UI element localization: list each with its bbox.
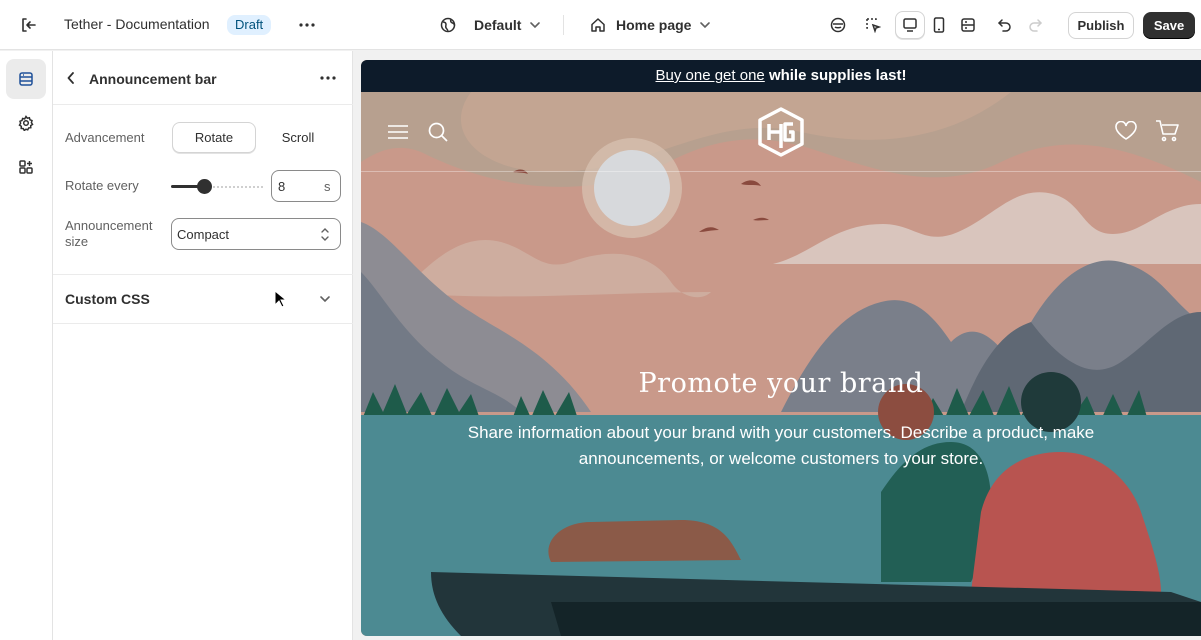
inspector-icon[interactable] — [825, 11, 851, 39]
select-element-icon[interactable] — [860, 11, 886, 39]
sections-icon[interactable] — [6, 59, 46, 99]
heart-icon[interactable] — [1113, 118, 1139, 144]
mobile-view-icon[interactable] — [926, 11, 952, 39]
page-selector-label: Home page — [616, 17, 692, 33]
announcement-link[interactable]: Buy one get one — [656, 67, 765, 84]
divider — [53, 323, 353, 324]
apps-icon[interactable] — [6, 147, 46, 187]
desktop-view-icon[interactable] — [895, 11, 925, 39]
hero-illustration — [361, 92, 1201, 636]
select-arrows-icon — [321, 228, 329, 241]
page-selector[interactable]: Home page — [590, 0, 711, 50]
announcement-bar: Buy one get one while supplies last! — [361, 60, 1201, 92]
rotate-seconds-unit: s — [324, 179, 331, 194]
rotate-every-label: Rotate every — [65, 178, 139, 193]
home-icon — [591, 18, 605, 32]
fullwidth-view-icon[interactable] — [955, 11, 981, 39]
globe-icon — [440, 17, 456, 33]
exit-icon[interactable] — [14, 12, 42, 38]
store-title: Tether - Documentation — [64, 16, 210, 32]
store-preview: Buy one get one while supplies last! Pro… — [361, 60, 1201, 636]
chevron-down-icon — [530, 22, 541, 29]
publish-button[interactable]: Publish — [1068, 12, 1134, 39]
announcement-size-value: Compact — [177, 227, 230, 242]
more-icon[interactable] — [293, 12, 321, 38]
store-logo[interactable] — [755, 106, 807, 158]
slider-track — [205, 186, 263, 188]
rotate-seconds-input[interactable]: 8 s — [271, 170, 341, 202]
back-icon[interactable] — [61, 67, 81, 89]
divider — [53, 274, 353, 275]
chevron-down-icon — [700, 22, 711, 29]
announcement-size-label-line1: Announcement — [65, 218, 153, 233]
announcement-size-label-line2: size — [65, 234, 89, 249]
redo-icon[interactable] — [1022, 11, 1048, 39]
top-bar: Tether - Documentation Draft Default Hom… — [0, 0, 1201, 50]
announcement-size-select[interactable]: Compact — [171, 218, 341, 250]
theme-selector[interactable]: Default — [440, 0, 541, 50]
menu-icon[interactable] — [385, 120, 411, 144]
divider — [563, 15, 564, 35]
save-button[interactable]: Save — [1143, 12, 1195, 39]
status-badge: Draft — [227, 15, 272, 35]
announcement-text: while supplies last! — [768, 67, 907, 84]
settings-panel: Announcement bar Advancement Rotate Scro… — [53, 51, 353, 640]
settings-icon[interactable] — [6, 103, 46, 143]
custom-css-label[interactable]: Custom CSS — [65, 291, 150, 307]
hero-subtitle: Share information about your brand with … — [467, 423, 1095, 468]
announcement-size-label: Announcement size — [65, 218, 152, 250]
slider-knob[interactable] — [197, 179, 212, 194]
panel-title: Announcement bar — [89, 71, 217, 87]
mouse-cursor-icon — [274, 290, 286, 308]
rotate-seconds-value: 8 — [278, 179, 286, 194]
advancement-label: Advancement — [65, 130, 145, 145]
undo-icon[interactable] — [991, 11, 1017, 39]
rotate-slider[interactable] — [171, 176, 263, 196]
header-divider — [361, 171, 1201, 172]
theme-selector-label: Default — [474, 17, 522, 33]
hero-title: Promote your brand — [638, 368, 924, 399]
advancement-scroll-option[interactable]: Scroll — [256, 122, 340, 153]
search-icon[interactable] — [425, 119, 451, 145]
panel-header: Announcement bar — [53, 51, 353, 105]
advancement-rotate-option[interactable]: Rotate — [172, 122, 256, 153]
cart-icon[interactable] — [1153, 118, 1181, 144]
left-rail — [0, 51, 53, 640]
chevron-down-icon[interactable] — [315, 289, 335, 309]
more-icon[interactable] — [315, 66, 341, 90]
